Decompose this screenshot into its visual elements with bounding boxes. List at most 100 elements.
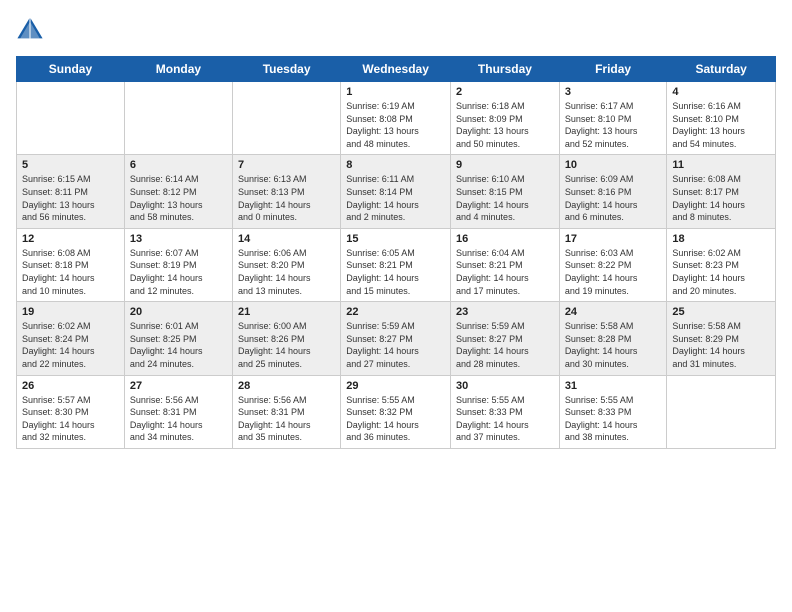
- cell-content: Sunrise: 5:59 AM Sunset: 8:27 PM Dayligh…: [346, 320, 445, 370]
- cell-content: Sunrise: 6:16 AM Sunset: 8:10 PM Dayligh…: [672, 100, 770, 150]
- cell-content: Sunrise: 6:08 AM Sunset: 8:17 PM Dayligh…: [672, 173, 770, 223]
- calendar-cell: 31 Sunrise: 5:55 AM Sunset: 8:33 PM Dayli…: [559, 375, 667, 448]
- cell-content: Sunrise: 6:15 AM Sunset: 8:11 PM Dayligh…: [22, 173, 119, 223]
- day-header: Friday: [559, 57, 667, 82]
- day-number: 15: [346, 233, 445, 245]
- calendar-cell: 20Sunrise: 6:01 AM Sunset: 8:25 PM Dayli…: [124, 302, 232, 375]
- day-number: 20: [130, 306, 227, 318]
- cell-content: Sunrise: 6:06 AM Sunset: 8:20 PM Dayligh…: [238, 247, 335, 297]
- cell-content: Sunrise: 5:56 AM Sunset: 8:31 PM Dayligh…: [130, 394, 227, 444]
- cell-content: Sunrise: 6:04 AM Sunset: 8:21 PM Dayligh…: [456, 247, 554, 297]
- calendar-cell: 17 Sunrise: 6:03 AM Sunset: 8:22 PM Dayli…: [559, 228, 667, 301]
- day-number: 14: [238, 233, 335, 245]
- logo-icon: [16, 16, 44, 44]
- cell-content: Sunrise: 5:55 AM Sunset: 8:33 PM Dayligh…: [456, 394, 554, 444]
- day-number: 22: [346, 306, 445, 318]
- day-number: 18: [672, 233, 770, 245]
- calendar-cell: 2 Sunrise: 6:18 AM Sunset: 8:09 PM Daylig…: [451, 82, 560, 155]
- day-number: 4: [672, 86, 770, 98]
- day-number: 31: [565, 380, 662, 392]
- calendar-cell: 29 Sunrise: 5:55 AM Sunset: 8:32 PM Dayli…: [341, 375, 451, 448]
- day-number: 16: [456, 233, 554, 245]
- day-number: 30: [456, 380, 554, 392]
- day-number: 23: [456, 306, 554, 318]
- calendar-cell: 7Sunrise: 6:13 AM Sunset: 8:13 PM Daylig…: [232, 155, 340, 228]
- calendar-cell: 25Sunrise: 5:58 AM Sunset: 8:29 PM Dayli…: [667, 302, 776, 375]
- calendar-cell: 4 Sunrise: 6:16 AM Sunset: 8:10 PM Daylig…: [667, 82, 776, 155]
- day-header: Saturday: [667, 57, 776, 82]
- calendar-cell: [232, 82, 340, 155]
- cell-content: Sunrise: 6:07 AM Sunset: 8:19 PM Dayligh…: [130, 247, 227, 297]
- day-number: 13: [130, 233, 227, 245]
- calendar-week-row: 1 Sunrise: 6:19 AM Sunset: 8:08 PM Daylig…: [17, 82, 776, 155]
- day-number: 3: [565, 86, 662, 98]
- calendar-cell: 13 Sunrise: 6:07 AM Sunset: 8:19 PM Dayli…: [124, 228, 232, 301]
- day-number: 27: [130, 380, 227, 392]
- day-header: Tuesday: [232, 57, 340, 82]
- header: [16, 16, 776, 44]
- cell-content: Sunrise: 6:18 AM Sunset: 8:09 PM Dayligh…: [456, 100, 554, 150]
- calendar-week-row: 26 Sunrise: 5:57 AM Sunset: 8:30 PM Dayli…: [17, 375, 776, 448]
- day-number: 29: [346, 380, 445, 392]
- cell-content: Sunrise: 6:09 AM Sunset: 8:16 PM Dayligh…: [565, 173, 662, 223]
- calendar-cell: 21 Sunrise: 6:00 AM Sunset: 8:26 PM Dayli…: [232, 302, 340, 375]
- day-number: 26: [22, 380, 119, 392]
- cell-content: Sunrise: 5:57 AM Sunset: 8:30 PM Dayligh…: [22, 394, 119, 444]
- page: SundayMondayTuesdayWednesdayThursdayFrid…: [0, 0, 792, 612]
- calendar-cell: 14 Sunrise: 6:06 AM Sunset: 8:20 PM Dayli…: [232, 228, 340, 301]
- day-number: 17: [565, 233, 662, 245]
- day-header: Thursday: [451, 57, 560, 82]
- calendar-cell: 16 Sunrise: 6:04 AM Sunset: 8:21 PM Dayli…: [451, 228, 560, 301]
- day-number: 5: [22, 159, 119, 171]
- calendar-week-row: 5 Sunrise: 6:15 AM Sunset: 8:11 PM Daylig…: [17, 155, 776, 228]
- cell-content: Sunrise: 6:02 AM Sunset: 8:24 PM Dayligh…: [22, 320, 119, 370]
- calendar-cell: 26 Sunrise: 5:57 AM Sunset: 8:30 PM Dayli…: [17, 375, 125, 448]
- day-number: 28: [238, 380, 335, 392]
- cell-content: Sunrise: 6:19 AM Sunset: 8:08 PM Dayligh…: [346, 100, 445, 150]
- cell-content: Sunrise: 5:59 AM Sunset: 8:27 PM Dayligh…: [456, 320, 554, 370]
- cell-content: Sunrise: 5:58 AM Sunset: 8:28 PM Dayligh…: [565, 320, 662, 370]
- day-number: 19: [22, 306, 119, 318]
- day-header: Monday: [124, 57, 232, 82]
- cell-content: Sunrise: 5:58 AM Sunset: 8:29 PM Dayligh…: [672, 320, 770, 370]
- cell-content: Sunrise: 6:00 AM Sunset: 8:26 PM Dayligh…: [238, 320, 335, 370]
- calendar-cell: 24Sunrise: 5:58 AM Sunset: 8:28 PM Dayli…: [559, 302, 667, 375]
- cell-content: Sunrise: 6:14 AM Sunset: 8:12 PM Dayligh…: [130, 173, 227, 223]
- calendar-cell: 5 Sunrise: 6:15 AM Sunset: 8:11 PM Daylig…: [17, 155, 125, 228]
- cell-content: Sunrise: 6:03 AM Sunset: 8:22 PM Dayligh…: [565, 247, 662, 297]
- day-number: 9: [456, 159, 554, 171]
- day-number: 11: [672, 159, 770, 171]
- day-number: 8: [346, 159, 445, 171]
- cell-content: Sunrise: 6:10 AM Sunset: 8:15 PM Dayligh…: [456, 173, 554, 223]
- day-header: Wednesday: [341, 57, 451, 82]
- day-number: 1: [346, 86, 445, 98]
- calendar-cell: 15 Sunrise: 6:05 AM Sunset: 8:21 PM Dayli…: [341, 228, 451, 301]
- calendar-cell: 10 Sunrise: 6:09 AM Sunset: 8:16 PM Dayli…: [559, 155, 667, 228]
- cell-content: Sunrise: 6:13 AM Sunset: 8:13 PM Dayligh…: [238, 173, 335, 223]
- day-header: Sunday: [17, 57, 125, 82]
- calendar-cell: 3 Sunrise: 6:17 AM Sunset: 8:10 PM Daylig…: [559, 82, 667, 155]
- calendar-table: SundayMondayTuesdayWednesdayThursdayFrid…: [16, 56, 776, 449]
- day-number: 2: [456, 86, 554, 98]
- calendar-week-row: 19 Sunrise: 6:02 AM Sunset: 8:24 PM Dayli…: [17, 302, 776, 375]
- calendar-cell: 19 Sunrise: 6:02 AM Sunset: 8:24 PM Dayli…: [17, 302, 125, 375]
- cell-content: Sunrise: 5:56 AM Sunset: 8:31 PM Dayligh…: [238, 394, 335, 444]
- calendar-cell: 23 Sunrise: 5:59 AM Sunset: 8:27 PM Dayli…: [451, 302, 560, 375]
- calendar-cell: [17, 82, 125, 155]
- calendar-cell: 30 Sunrise: 5:55 AM Sunset: 8:33 PM Dayli…: [451, 375, 560, 448]
- day-number: 6: [130, 159, 227, 171]
- cell-content: Sunrise: 5:55 AM Sunset: 8:33 PM Dayligh…: [565, 394, 662, 444]
- calendar-cell: 11 Sunrise: 6:08 AM Sunset: 8:17 PM Dayli…: [667, 155, 776, 228]
- calendar-cell: 12Sunrise: 6:08 AM Sunset: 8:18 PM Dayli…: [17, 228, 125, 301]
- day-number: 10: [565, 159, 662, 171]
- cell-content: Sunrise: 6:02 AM Sunset: 8:23 PM Dayligh…: [672, 247, 770, 297]
- calendar-cell: [124, 82, 232, 155]
- day-number: 21: [238, 306, 335, 318]
- calendar-week-row: 12Sunrise: 6:08 AM Sunset: 8:18 PM Dayli…: [17, 228, 776, 301]
- calendar-cell: 18 Sunrise: 6:02 AM Sunset: 8:23 PM Dayli…: [667, 228, 776, 301]
- calendar-cell: 1 Sunrise: 6:19 AM Sunset: 8:08 PM Daylig…: [341, 82, 451, 155]
- cell-content: Sunrise: 6:17 AM Sunset: 8:10 PM Dayligh…: [565, 100, 662, 150]
- calendar-cell: 9 Sunrise: 6:10 AM Sunset: 8:15 PM Daylig…: [451, 155, 560, 228]
- cell-content: Sunrise: 6:05 AM Sunset: 8:21 PM Dayligh…: [346, 247, 445, 297]
- cell-content: Sunrise: 5:55 AM Sunset: 8:32 PM Dayligh…: [346, 394, 445, 444]
